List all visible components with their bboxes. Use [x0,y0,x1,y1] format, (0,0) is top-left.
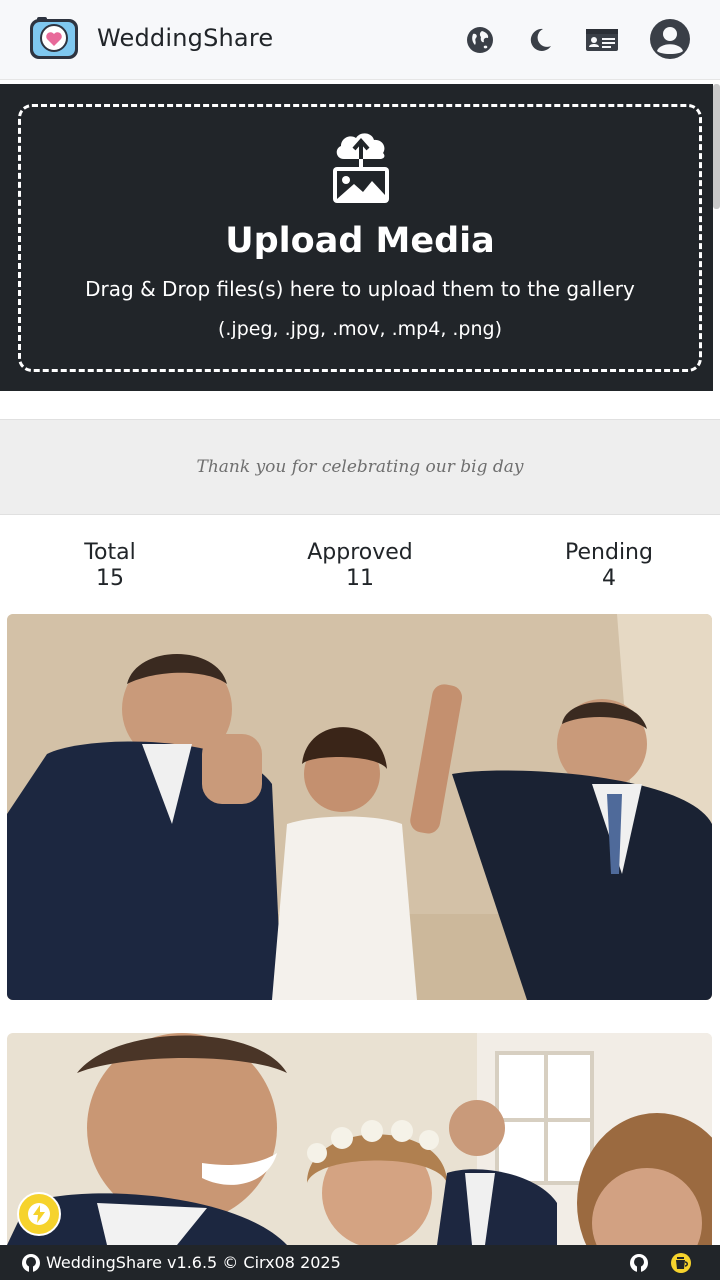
lightning-button[interactable] [17,1192,61,1236]
coffee-icon[interactable] [670,1252,692,1274]
navbar: WeddingShare [0,0,720,80]
moon-icon[interactable] [520,20,560,60]
stat-value: 4 [602,566,616,591]
footer: WeddingShare v1.6.5 © Cirx08 2025 [0,1245,720,1280]
stat-label: Approved [307,540,413,565]
upload-section: Upload Media Drag & Drop files(s) here t… [0,84,713,391]
stat-value: 11 [346,566,374,591]
stat-total: Total 15 [10,540,210,592]
brand-title[interactable]: WeddingShare [97,24,273,52]
stat-pending: Pending 4 [509,540,709,592]
stat-value: 15 [96,566,124,591]
stat-label: Pending [565,540,653,565]
banner-text: Thank you for celebrating our big day [196,457,524,477]
upload-dropzone[interactable]: Upload Media Drag & Drop files(s) here t… [18,104,702,372]
footer-text: WeddingShare v1.6.5 © Cirx08 2025 [46,1253,341,1272]
upload-instructions: Drag & Drop files(s) here to upload them… [85,277,635,301]
stat-approved: Approved 11 [260,540,460,592]
account-icon[interactable] [648,17,692,61]
gallery-photo[interactable] [7,1033,712,1245]
gallery-photo[interactable] [7,614,712,1000]
github-icon[interactable] [20,1252,42,1274]
scrollbar-thumb[interactable] [713,84,720,209]
upload-title: Upload Media [225,221,495,261]
stat-label: Total [84,540,136,565]
id-card-icon[interactable] [582,20,622,60]
message-banner: Thank you for celebrating our big day [0,419,720,515]
upload-image-icon [330,129,392,205]
globe-icon[interactable] [460,20,500,60]
github-icon[interactable] [628,1252,650,1274]
camera-heart-logo[interactable] [29,16,79,60]
upload-formats: (.jpeg, .jpg, .mov, .mp4, .png) [217,318,503,340]
